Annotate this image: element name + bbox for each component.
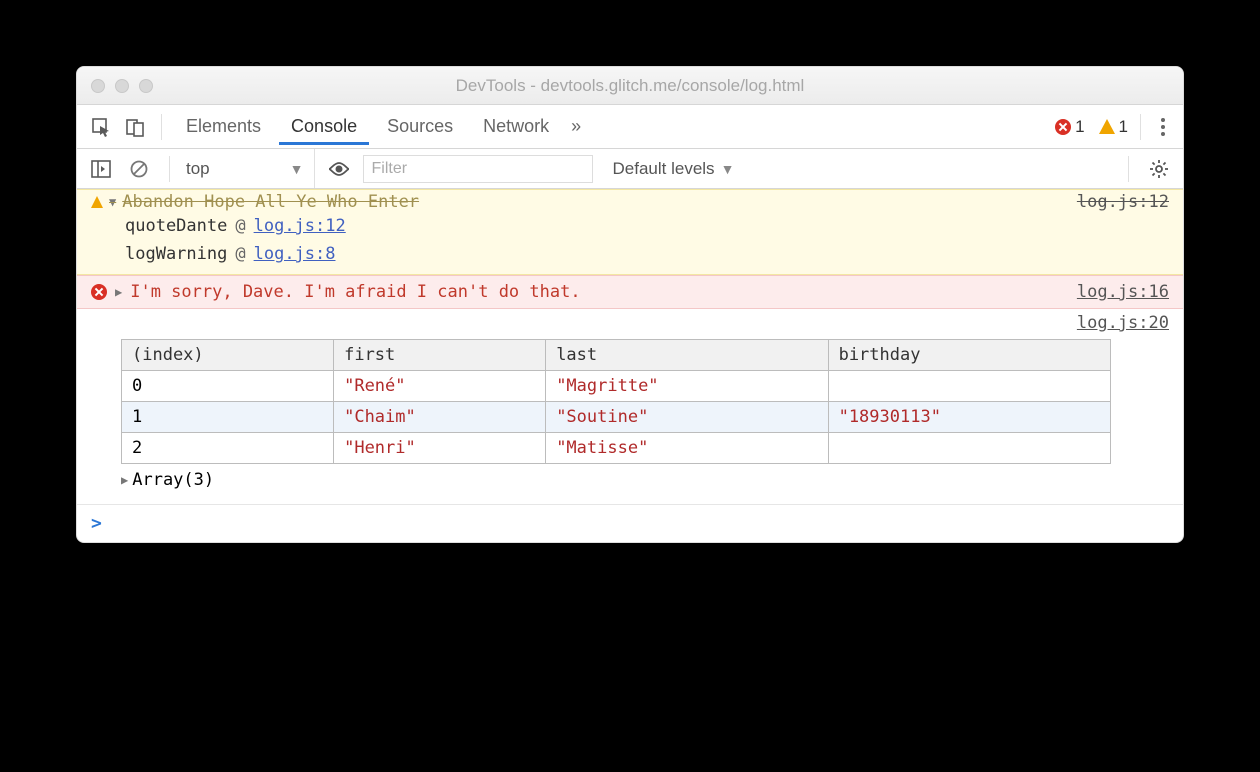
separator bbox=[1128, 156, 1129, 182]
cell-index: 2 bbox=[122, 433, 334, 464]
inspect-element-icon[interactable] bbox=[87, 113, 115, 141]
table-row[interactable]: 2 "Henri" "Matisse" bbox=[122, 433, 1111, 464]
kebab-menu-icon[interactable] bbox=[1153, 118, 1173, 136]
cell-last: "Matisse" bbox=[546, 433, 828, 464]
window-title: DevTools - devtools.glitch.me/console/lo… bbox=[77, 76, 1183, 96]
error-count: 1 bbox=[1075, 117, 1084, 137]
console-warning-entry[interactable]: ▼ Abandon Hope All Ye Who Enter log.js:1… bbox=[77, 189, 1183, 275]
error-icon bbox=[1055, 119, 1071, 135]
th-first[interactable]: first bbox=[334, 340, 546, 371]
live-expression-icon[interactable] bbox=[325, 155, 353, 183]
tab-elements[interactable]: Elements bbox=[174, 108, 273, 145]
cell-index: 1 bbox=[122, 402, 334, 433]
minimize-window-dot[interactable] bbox=[115, 79, 129, 93]
sidebar-toggle-icon[interactable] bbox=[87, 155, 115, 183]
close-window-dot[interactable] bbox=[91, 79, 105, 93]
table-row[interactable]: 0 "René" "Magritte" bbox=[122, 371, 1111, 402]
device-toolbar-icon[interactable] bbox=[121, 113, 149, 141]
clear-console-icon[interactable] bbox=[125, 155, 153, 183]
chevron-down-icon: ▼ bbox=[290, 161, 304, 177]
settings-gear-icon[interactable] bbox=[1145, 155, 1173, 183]
source-link[interactable]: log.js:12 bbox=[1077, 192, 1169, 212]
levels-label: Default levels bbox=[613, 159, 715, 179]
console-prompt[interactable]: > bbox=[77, 504, 1183, 542]
stack-source-link[interactable]: log.js:12 bbox=[254, 216, 346, 236]
th-birthday[interactable]: birthday bbox=[828, 340, 1110, 371]
cell-last: "Soutine" bbox=[546, 402, 828, 433]
source-link[interactable]: log.js:20 bbox=[1077, 313, 1169, 333]
cell-birthday: "18930113" bbox=[828, 402, 1110, 433]
main-tabbar: Elements Console Sources Network » 1 1 bbox=[77, 105, 1183, 149]
chevron-down-icon: ▼ bbox=[721, 161, 735, 177]
titlebar: DevTools - devtools.glitch.me/console/lo… bbox=[77, 67, 1183, 105]
table-row[interactable]: 1 "Chaim" "Soutine" "18930113" bbox=[122, 402, 1111, 433]
console-filterbar: top ▼ Default levels ▼ bbox=[77, 149, 1183, 189]
console-table: (index) first last birthday 0 "René" "Ma… bbox=[121, 339, 1111, 464]
separator bbox=[169, 156, 170, 182]
warning-icon bbox=[1099, 119, 1115, 134]
console-table-entry: log.js:20 (index) first last birthday 0 … bbox=[77, 309, 1183, 504]
warning-count: 1 bbox=[1119, 117, 1128, 137]
tab-network[interactable]: Network bbox=[471, 108, 561, 145]
expand-caret-icon[interactable]: ▶ bbox=[115, 285, 122, 299]
tab-console[interactable]: Console bbox=[279, 108, 369, 145]
zoom-window-dot[interactable] bbox=[139, 79, 153, 93]
devtools-window: DevTools - devtools.glitch.me/console/lo… bbox=[76, 66, 1184, 543]
source-link[interactable]: log.js:16 bbox=[1077, 282, 1169, 302]
cell-first: "René" bbox=[334, 371, 546, 402]
cell-first: "Henri" bbox=[334, 433, 546, 464]
stack-fn: quoteDante bbox=[125, 216, 227, 236]
separator bbox=[161, 114, 162, 140]
at-char: @ bbox=[235, 244, 245, 264]
expand-caret-icon[interactable]: ▶ bbox=[121, 473, 128, 487]
console-error-entry[interactable]: ▶ I'm sorry, Dave. I'm afraid I can't do… bbox=[77, 275, 1183, 309]
filter-input[interactable] bbox=[363, 155, 593, 183]
tabs-overflow[interactable]: » bbox=[567, 108, 585, 145]
error-text: I'm sorry, Dave. I'm afraid I can't do t… bbox=[130, 282, 580, 302]
cell-birthday bbox=[828, 433, 1110, 464]
array-summary-row[interactable]: ▶ Array(3) bbox=[121, 464, 1169, 496]
collapse-caret-icon[interactable]: ▼ bbox=[109, 195, 116, 209]
cell-last: "Magritte" bbox=[546, 371, 828, 402]
error-icon bbox=[91, 284, 107, 300]
th-index[interactable]: (index) bbox=[122, 340, 334, 371]
tab-sources[interactable]: Sources bbox=[375, 108, 465, 145]
warning-icon bbox=[91, 196, 103, 208]
traffic-lights bbox=[91, 79, 153, 93]
error-badge[interactable]: 1 bbox=[1055, 117, 1084, 137]
warning-badge[interactable]: 1 bbox=[1099, 117, 1128, 137]
warning-text: Abandon Hope All Ye Who Enter bbox=[122, 192, 419, 212]
log-levels-selector[interactable]: Default levels ▼ bbox=[613, 159, 735, 179]
prompt-chevron-icon: > bbox=[91, 513, 102, 534]
array-summary: Array(3) bbox=[132, 470, 214, 490]
context-selector[interactable]: top ▼ bbox=[186, 149, 315, 188]
cell-birthday bbox=[828, 371, 1110, 402]
cell-index: 0 bbox=[122, 371, 334, 402]
at-char: @ bbox=[235, 216, 245, 236]
context-label: top bbox=[186, 159, 210, 179]
stack-fn: logWarning bbox=[125, 244, 227, 264]
separator bbox=[1140, 114, 1141, 140]
cell-first: "Chaim" bbox=[334, 402, 546, 433]
stack-source-link[interactable]: log.js:8 bbox=[254, 244, 336, 264]
th-last[interactable]: last bbox=[546, 340, 828, 371]
